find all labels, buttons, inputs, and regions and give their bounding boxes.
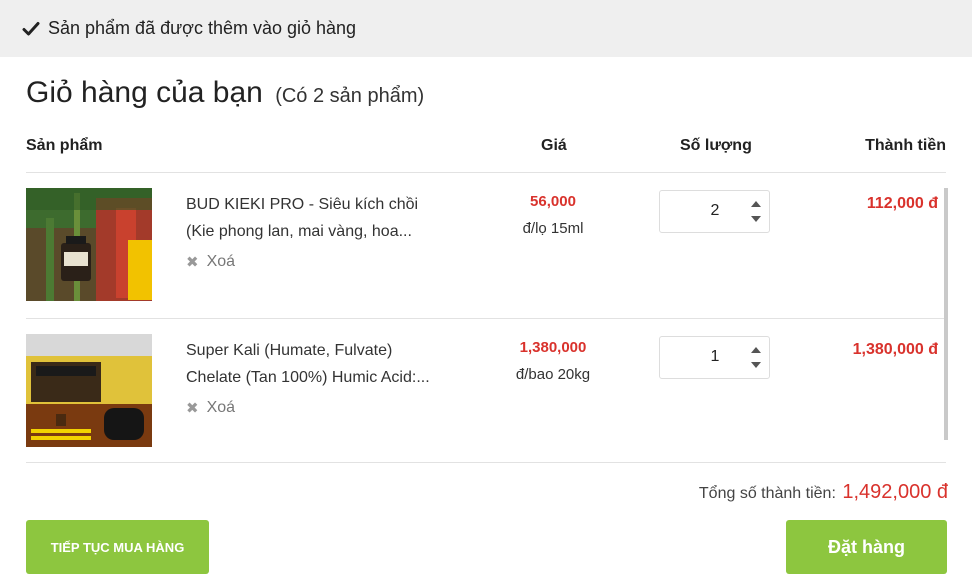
summary-label: Tổng số thành tiền: [698, 485, 836, 502]
divider [26, 462, 946, 463]
increment-arrow-icon[interactable] [751, 347, 761, 353]
column-header-price: Giá [541, 137, 567, 154]
remove-label: Xoá [206, 253, 236, 270]
added-to-cart-notice: Sản phẩm đã được thêm vào giỏ hàng [0, 0, 972, 57]
continue-shopping-button[interactable]: TIẾP TỤC MUA HÀNG [26, 520, 209, 574]
close-icon: ✖ [186, 254, 199, 271]
quantity-stepper[interactable]: 1 [659, 336, 770, 379]
cart-row: Super Kali (Humate, Fulvate) Chelate (Ta… [0, 319, 972, 464]
place-order-button[interactable]: Đặt hàng [786, 520, 947, 574]
cart-row: BUD KIEKI PRO - Siêu kích chồi (Kie phon… [0, 173, 972, 318]
remove-label: Xoá [206, 399, 236, 416]
cart-summary: Tổng số thành tiền: 1,492,000 đ [699, 481, 948, 504]
close-icon: ✖ [186, 400, 199, 417]
column-header-total: Thành tiền [865, 137, 946, 154]
decrement-arrow-icon[interactable] [751, 216, 761, 222]
line-total: 112,000 đ [866, 195, 938, 212]
cart-title: Giỏ hàng của bạn [26, 76, 263, 109]
scrollbar[interactable] [944, 188, 948, 440]
unit-price: 1,380,000 [519, 339, 587, 356]
product-name-line: Super Kali (Humate, Fulvate) [186, 342, 393, 359]
decrement-arrow-icon[interactable] [751, 362, 761, 368]
quantity-stepper[interactable]: 2 [659, 190, 770, 233]
line-total: 1,380,000 đ [852, 341, 938, 358]
column-header-product: Sản phẩm [26, 137, 103, 154]
product-name-link[interactable]: Super Kali (Humate, Fulvate) Chelate (Ta… [186, 337, 456, 391]
product-name-link[interactable]: BUD KIEKI PRO - Siêu kích chồi (Kie phon… [186, 191, 456, 245]
product-name-line: BUD KIEKI PRO - Siêu kích chồi [186, 196, 419, 213]
notice-message: Sản phẩm đã được thêm vào giỏ hàng [48, 18, 357, 38]
cart-item-count: (Có 2 sản phẩm) [275, 85, 425, 107]
unit-price: 56,000 [530, 193, 576, 210]
product-image[interactable] [26, 188, 152, 301]
unit-label: đ/lọ 15ml [522, 220, 584, 237]
grand-total: 1,492,000 đ [842, 481, 948, 503]
column-header-quantity: Số lượng [680, 137, 752, 154]
product-image[interactable] [26, 334, 152, 447]
product-name-line: (Kie phong lan, mai vàng, hoa... [186, 223, 412, 240]
check-icon [22, 21, 40, 35]
unit-label: đ/bao 20kg [515, 366, 591, 383]
page-title: Giỏ hàng của bạn (Có 2 sản phẩm) [26, 76, 424, 110]
product-name-line: Chelate (Tan 100%) Humic Acid:... [186, 369, 430, 386]
remove-item-button[interactable]: ✖ Xoá [186, 399, 235, 417]
remove-item-button[interactable]: ✖ Xoá [186, 253, 235, 271]
increment-arrow-icon[interactable] [751, 201, 761, 207]
